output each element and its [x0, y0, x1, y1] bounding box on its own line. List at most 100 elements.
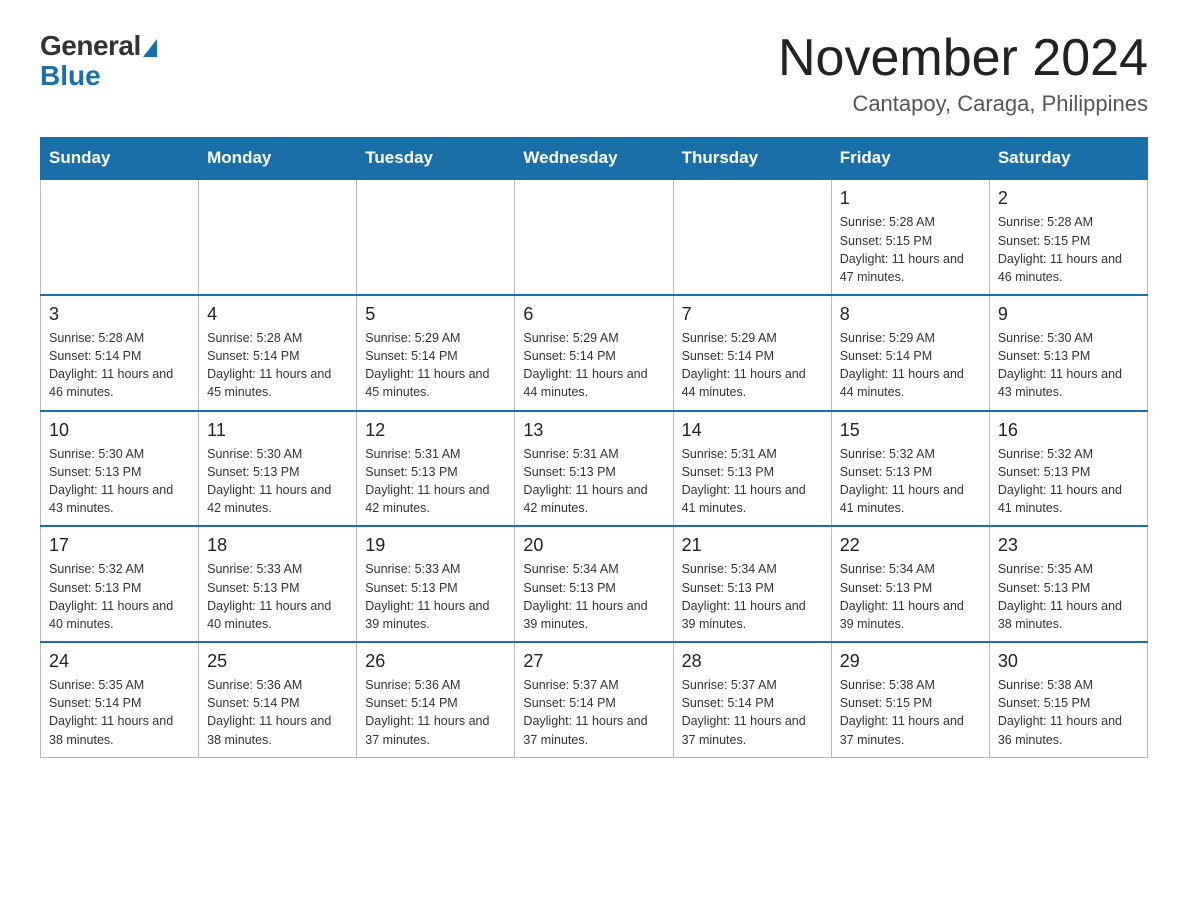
day-info: Sunrise: 5:38 AMSunset: 5:15 PMDaylight:… [998, 676, 1139, 749]
calendar-cell: 26Sunrise: 5:36 AMSunset: 5:14 PMDayligh… [357, 642, 515, 757]
day-info: Sunrise: 5:38 AMSunset: 5:15 PMDaylight:… [840, 676, 981, 749]
calendar-cell: 22Sunrise: 5:34 AMSunset: 5:13 PMDayligh… [831, 526, 989, 642]
calendar-cell: 7Sunrise: 5:29 AMSunset: 5:14 PMDaylight… [673, 295, 831, 411]
day-info: Sunrise: 5:32 AMSunset: 5:13 PMDaylight:… [998, 445, 1139, 518]
day-info: Sunrise: 5:30 AMSunset: 5:13 PMDaylight:… [998, 329, 1139, 402]
day-info: Sunrise: 5:37 AMSunset: 5:14 PMDaylight:… [682, 676, 823, 749]
calendar-week-row-5: 24Sunrise: 5:35 AMSunset: 5:14 PMDayligh… [41, 642, 1148, 757]
day-info: Sunrise: 5:34 AMSunset: 5:13 PMDaylight:… [840, 560, 981, 633]
calendar-cell [357, 179, 515, 295]
calendar-cell: 15Sunrise: 5:32 AMSunset: 5:13 PMDayligh… [831, 411, 989, 527]
day-info: Sunrise: 5:28 AMSunset: 5:14 PMDaylight:… [207, 329, 348, 402]
logo: General Blue [40, 30, 157, 92]
calendar-week-row-3: 10 Sunrise: 5:30 AMSunset: 5:13 PMDayligh… [41, 411, 1148, 527]
calendar-cell: 1Sunrise: 5:28 AMSunset: 5:15 PMDaylight… [831, 179, 989, 295]
calendar-cell: 21Sunrise: 5:34 AMSunset: 5:13 PMDayligh… [673, 526, 831, 642]
day-number: 22 [840, 533, 981, 558]
calendar-table: Sunday Monday Tuesday Wednesday Thursday… [40, 137, 1148, 757]
day-info: Sunrise: 5:35 AMSunset: 5:14 PMDaylight:… [49, 676, 190, 749]
day-number: 11 [207, 418, 348, 443]
col-sunday: Sunday [41, 138, 199, 180]
day-number: 20 [523, 533, 664, 558]
calendar-cell: 24Sunrise: 5:35 AMSunset: 5:14 PMDayligh… [41, 642, 199, 757]
day-number: 8 [840, 302, 981, 327]
calendar-cell: 9Sunrise: 5:30 AMSunset: 5:13 PMDaylight… [989, 295, 1147, 411]
calendar-cell: 27Sunrise: 5:37 AMSunset: 5:14 PMDayligh… [515, 642, 673, 757]
day-number: 15 [840, 418, 981, 443]
col-monday: Monday [199, 138, 357, 180]
col-friday: Friday [831, 138, 989, 180]
day-info: Sunrise: 5:32 AMSunset: 5:13 PMDaylight:… [840, 445, 981, 518]
day-info: Sunrise: 5:32 AMSunset: 5:13 PMDaylight:… [49, 560, 190, 633]
logo-blue-text: Blue [40, 60, 101, 92]
day-info: Sunrise: 5:31 AMSunset: 5:13 PMDaylight:… [523, 445, 664, 518]
header: General Blue November 2024 Cantapoy, Car… [40, 30, 1148, 117]
calendar-cell: 17Sunrise: 5:32 AMSunset: 5:13 PMDayligh… [41, 526, 199, 642]
day-number: 24 [49, 649, 190, 674]
day-number: 14 [682, 418, 823, 443]
day-info: Sunrise: 5:33 AMSunset: 5:13 PMDaylight:… [207, 560, 348, 633]
calendar-cell [199, 179, 357, 295]
day-info: Sunrise: 5:37 AMSunset: 5:14 PMDaylight:… [523, 676, 664, 749]
day-info: Sunrise: 5:31 AMSunset: 5:13 PMDaylight:… [682, 445, 823, 518]
day-number: 18 [207, 533, 348, 558]
location-title: Cantapoy, Caraga, Philippines [778, 91, 1148, 117]
calendar-cell: 23Sunrise: 5:35 AMSunset: 5:13 PMDayligh… [989, 526, 1147, 642]
day-number: 19 [365, 533, 506, 558]
day-info: Sunrise: 5:28 AMSunset: 5:15 PMDaylight:… [840, 213, 981, 286]
day-number: 27 [523, 649, 664, 674]
day-number: 25 [207, 649, 348, 674]
calendar-cell: 12Sunrise: 5:31 AMSunset: 5:13 PMDayligh… [357, 411, 515, 527]
calendar-cell [673, 179, 831, 295]
col-saturday: Saturday [989, 138, 1147, 180]
day-info: Sunrise: 5:35 AMSunset: 5:13 PMDaylight:… [998, 560, 1139, 633]
calendar-header-row: Sunday Monday Tuesday Wednesday Thursday… [41, 138, 1148, 180]
logo-triangle-icon [143, 39, 157, 57]
calendar-cell: 10Sunrise: 5:30 AMSunset: 5:13 PMDayligh… [41, 411, 199, 527]
month-title: November 2024 [778, 30, 1148, 87]
day-number: 5 [365, 302, 506, 327]
day-number: 6 [523, 302, 664, 327]
day-info: Sunrise: 5:28 AMSunset: 5:14 PMDaylight:… [49, 329, 190, 402]
day-info: Sunrise: 5:29 AMSunset: 5:14 PMDaylight:… [523, 329, 664, 402]
day-info: Sunrise: 5:34 AMSunset: 5:13 PMDaylight:… [523, 560, 664, 633]
day-number: 23 [998, 533, 1139, 558]
day-info: Sunrise: 5:29 AMSunset: 5:14 PMDaylight:… [682, 329, 823, 402]
calendar-cell: 18Sunrise: 5:33 AMSunset: 5:13 PMDayligh… [199, 526, 357, 642]
day-number: 21 [682, 533, 823, 558]
day-number: 17 [49, 533, 190, 558]
calendar-cell: 6Sunrise: 5:29 AMSunset: 5:14 PMDaylight… [515, 295, 673, 411]
calendar-cell: 4Sunrise: 5:28 AMSunset: 5:14 PMDaylight… [199, 295, 357, 411]
day-info: Sunrise: 5:36 AMSunset: 5:14 PMDaylight:… [365, 676, 506, 749]
day-number: 4 [207, 302, 348, 327]
col-wednesday: Wednesday [515, 138, 673, 180]
page-container: General Blue November 2024 Cantapoy, Car… [0, 0, 1188, 788]
day-info: Sunrise: 5:34 AMSunset: 5:13 PMDaylight:… [682, 560, 823, 633]
day-info: Sunrise: 5:33 AMSunset: 5:13 PMDaylight:… [365, 560, 506, 633]
col-tuesday: Tuesday [357, 138, 515, 180]
calendar-cell: 16Sunrise: 5:32 AMSunset: 5:13 PMDayligh… [989, 411, 1147, 527]
calendar-cell [515, 179, 673, 295]
calendar-cell: 11Sunrise: 5:30 AMSunset: 5:13 PMDayligh… [199, 411, 357, 527]
day-info: Sunrise: 5:28 AMSunset: 5:15 PMDaylight:… [998, 213, 1139, 286]
day-number: 7 [682, 302, 823, 327]
calendar-cell: 20Sunrise: 5:34 AMSunset: 5:13 PMDayligh… [515, 526, 673, 642]
day-info: Sunrise: 5:30 AMSunset: 5:13 PMDaylight:… [207, 445, 348, 518]
calendar-cell: 3Sunrise: 5:28 AMSunset: 5:14 PMDaylight… [41, 295, 199, 411]
day-number: 1 [840, 186, 981, 211]
day-number: 9 [998, 302, 1139, 327]
day-number: 30 [998, 649, 1139, 674]
calendar-cell: 14Sunrise: 5:31 AMSunset: 5:13 PMDayligh… [673, 411, 831, 527]
calendar-cell: 29Sunrise: 5:38 AMSunset: 5:15 PMDayligh… [831, 642, 989, 757]
day-info: Sunrise: 5:29 AMSunset: 5:14 PMDaylight:… [840, 329, 981, 402]
day-info: Sunrise: 5:29 AMSunset: 5:14 PMDaylight:… [365, 329, 506, 402]
calendar-week-row-1: 1Sunrise: 5:28 AMSunset: 5:15 PMDaylight… [41, 179, 1148, 295]
day-number: 10 [49, 418, 190, 443]
calendar-week-row-4: 17Sunrise: 5:32 AMSunset: 5:13 PMDayligh… [41, 526, 1148, 642]
day-info: Sunrise: 5:31 AMSunset: 5:13 PMDaylight:… [365, 445, 506, 518]
day-number: 28 [682, 649, 823, 674]
calendar-cell: 28Sunrise: 5:37 AMSunset: 5:14 PMDayligh… [673, 642, 831, 757]
calendar-cell: 25Sunrise: 5:36 AMSunset: 5:14 PMDayligh… [199, 642, 357, 757]
day-number: 13 [523, 418, 664, 443]
calendar-cell: 19Sunrise: 5:33 AMSunset: 5:13 PMDayligh… [357, 526, 515, 642]
